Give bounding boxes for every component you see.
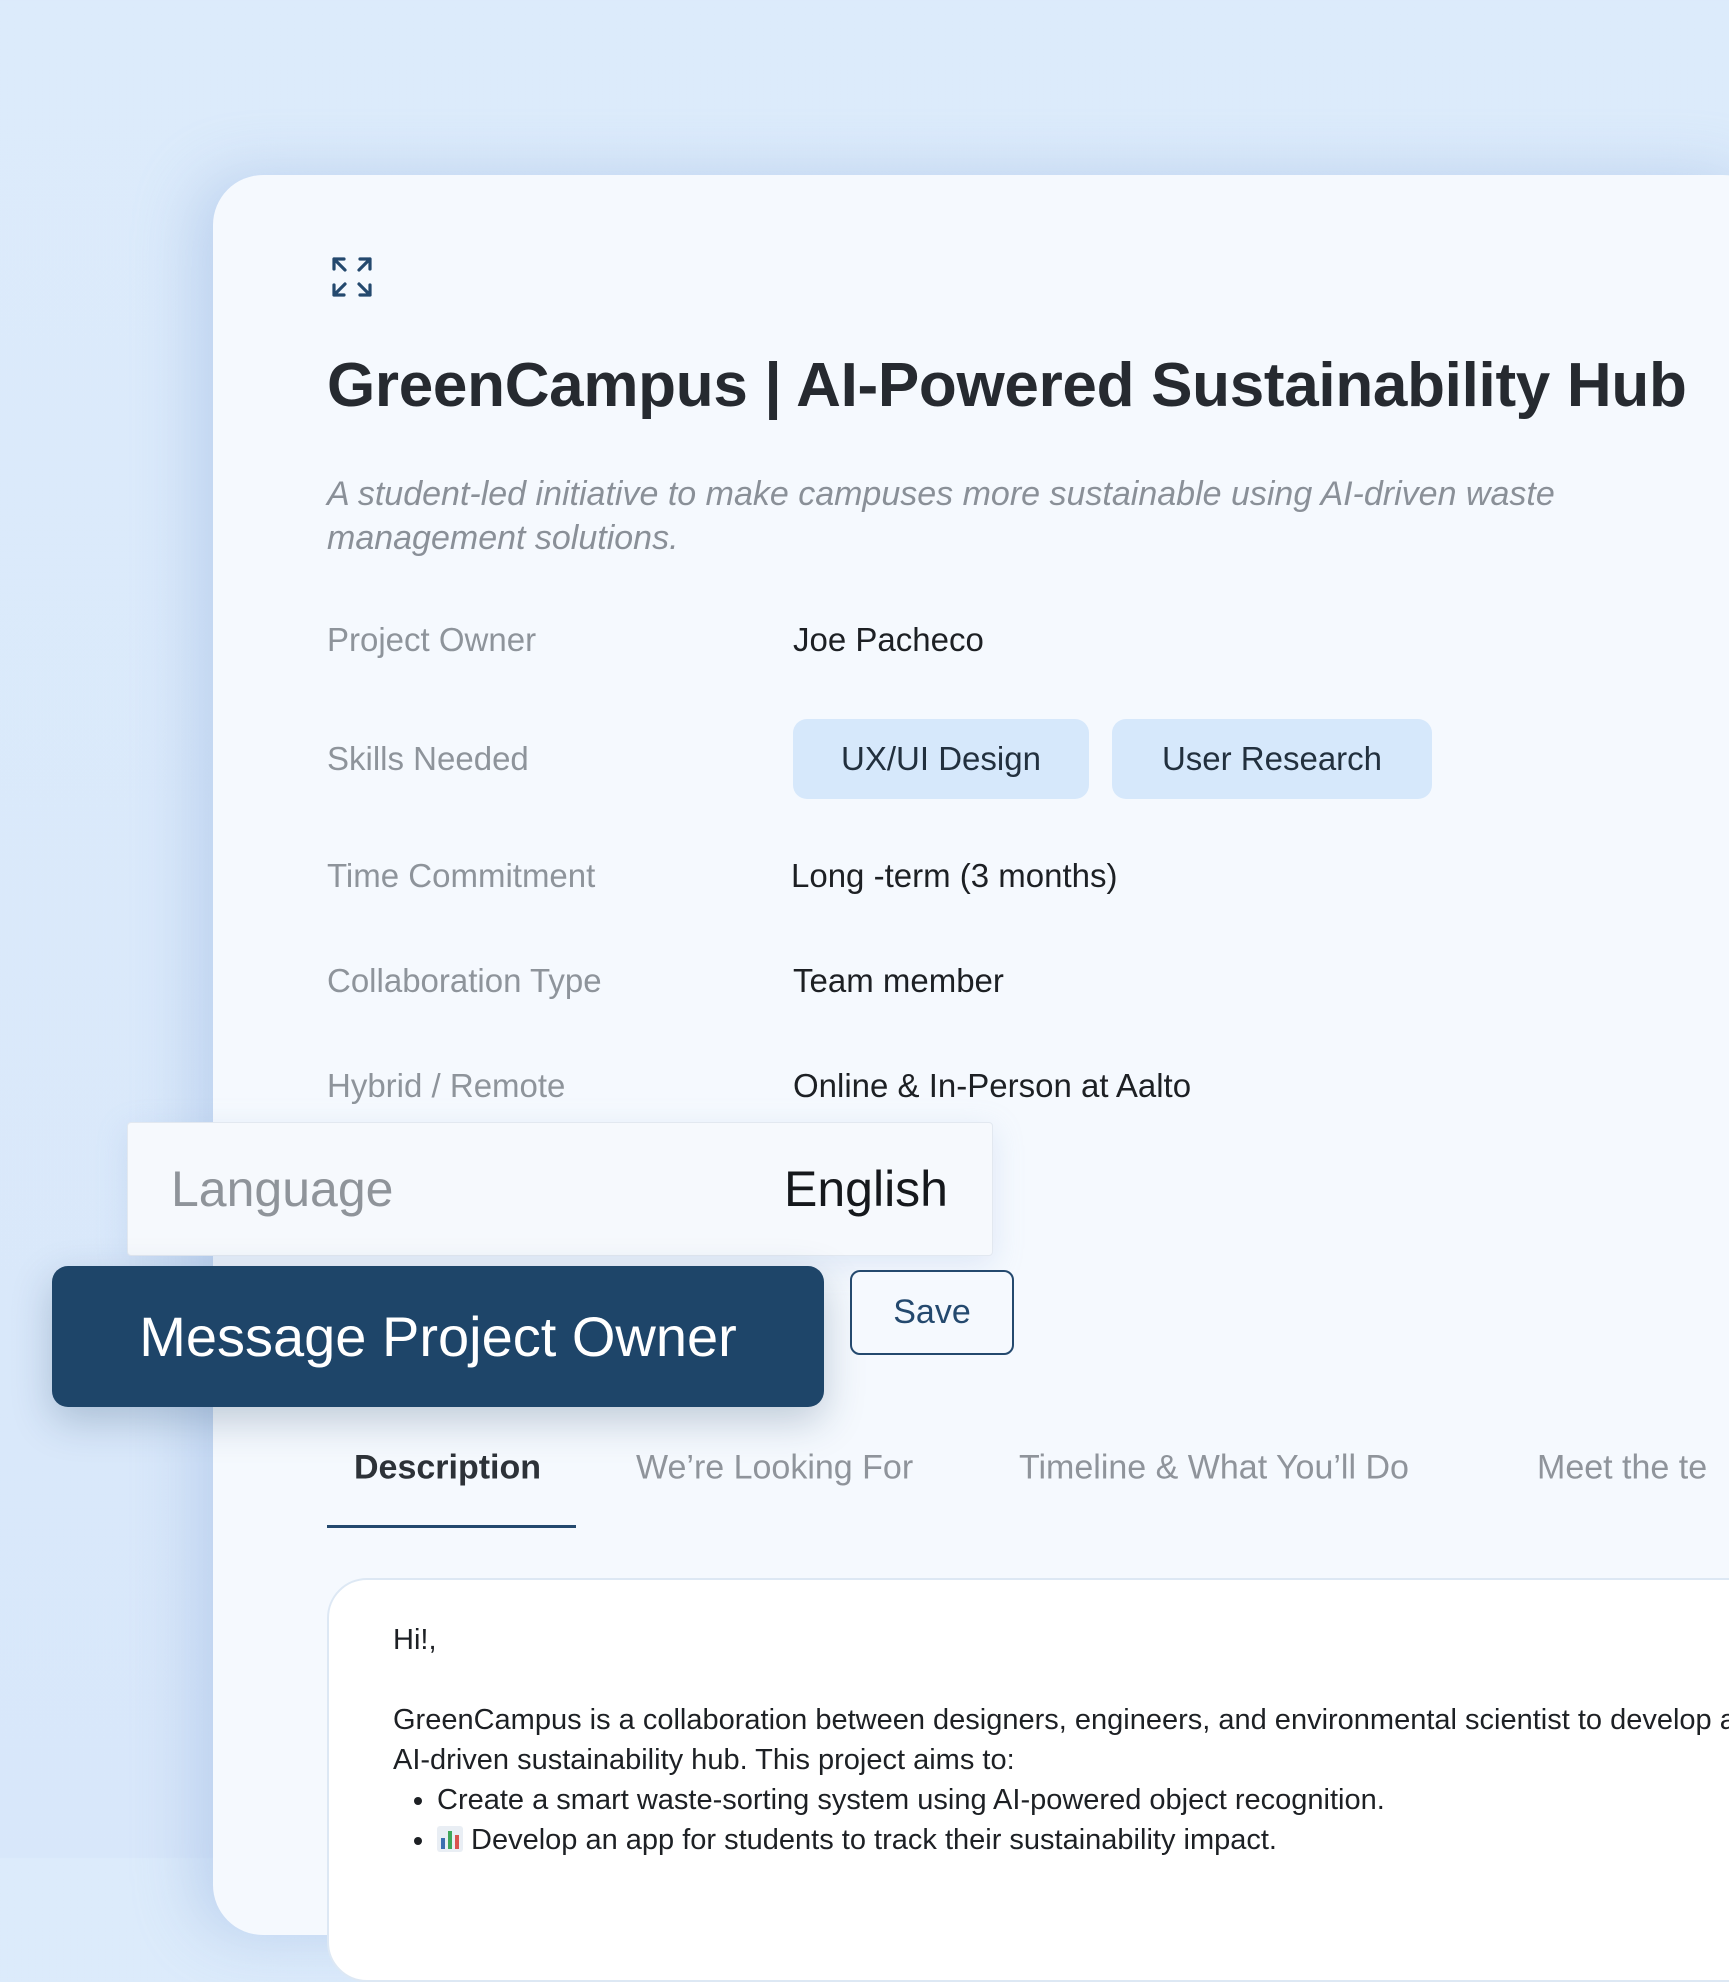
language-value: English [784, 1161, 948, 1217]
hybrid-value: Online & In-Person at Aalto [793, 1067, 1192, 1104]
list-item-text: Develop an app for students to track the… [471, 1824, 1277, 1856]
list-item-text: Create a smart waste-sorting system usin… [437, 1784, 1385, 1816]
description-content: Hi!, GreenCampus is a collaboration betw… [393, 1620, 1729, 1860]
expand-icon[interactable] [331, 256, 373, 298]
tab-timeline[interactable]: Timeline & What You’ll Do [1019, 1449, 1409, 1488]
skills-label: Skills Needed [327, 740, 529, 777]
message-owner-button[interactable]: Message Project Owner [52, 1266, 824, 1407]
skill-chip: UX/UI Design [793, 719, 1089, 799]
skill-chip: User Research [1112, 719, 1432, 799]
project-title: GreenCampus | AI-Powered Sustainability … [327, 351, 1687, 420]
collab-value: Team member [793, 962, 1004, 999]
active-tab-indicator [327, 1525, 576, 1528]
language-label: Language [171, 1161, 394, 1217]
collab-label: Collaboration Type [327, 962, 602, 999]
tab-meet-team[interactable]: Meet the te [1537, 1449, 1707, 1488]
project-subtitle: A student-led initiative to make campuse… [327, 475, 1555, 557]
list-item: Create a smart waste-sorting system usin… [437, 1780, 1729, 1820]
time-label: Time Commitment [327, 857, 596, 894]
owner-value: Joe Pacheco [793, 621, 984, 658]
list-item: Develop an app for students to track the… [437, 1820, 1729, 1860]
tab-description[interactable]: Description [354, 1449, 541, 1488]
description-intro: GreenCampus is a collaboration between d… [393, 1704, 1729, 1776]
time-value: Long -term (3 months) [791, 857, 1118, 894]
description-list: Create a smart waste-sorting system usin… [393, 1780, 1729, 1860]
language-field[interactable]: Language English [127, 1122, 993, 1256]
bar-chart-icon [437, 1826, 463, 1852]
description-greeting: Hi!, [393, 1624, 437, 1656]
hybrid-label: Hybrid / Remote [327, 1067, 566, 1104]
tab-looking-for[interactable]: We’re Looking For [636, 1449, 913, 1488]
owner-label: Project Owner [327, 621, 537, 658]
save-button[interactable]: Save [850, 1270, 1014, 1355]
